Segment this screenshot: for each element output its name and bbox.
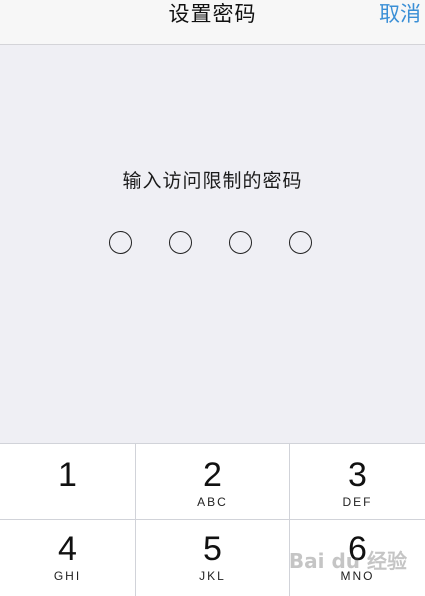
passcode-dot-empty (229, 231, 252, 254)
key-digit: 3 (348, 456, 367, 494)
key-digit: 2 (203, 456, 222, 494)
key-letters: ABC (197, 495, 228, 509)
key-4[interactable]: 4 GHI (0, 520, 135, 596)
cancel-button[interactable]: 取消 (379, 0, 421, 30)
key-5[interactable]: 5 JKL (136, 520, 289, 596)
key-3[interactable]: 3 DEF (290, 444, 425, 519)
key-letters: GHI (53, 569, 82, 583)
passcode-dot-empty (289, 231, 312, 254)
key-digit: 1 (58, 456, 77, 494)
watermark: Bai du 经验 (288, 549, 407, 573)
key-letters: DEF (342, 495, 373, 509)
passcode-dots (109, 231, 319, 259)
passcode-dot-empty (169, 231, 192, 254)
key-digit: 4 (58, 530, 77, 568)
page-title: 设置密码 (168, 3, 257, 26)
navigation-bar: 设置密码 取消 (0, 0, 425, 45)
key-letters: JKL (199, 569, 226, 583)
key-digit: 5 (203, 530, 222, 568)
key-1[interactable]: 1 (0, 444, 135, 519)
passcode-dot-empty (109, 231, 132, 254)
key-2[interactable]: 2 ABC (136, 444, 289, 519)
passcode-prompt: 输入访问限制的密码 (122, 171, 303, 192)
